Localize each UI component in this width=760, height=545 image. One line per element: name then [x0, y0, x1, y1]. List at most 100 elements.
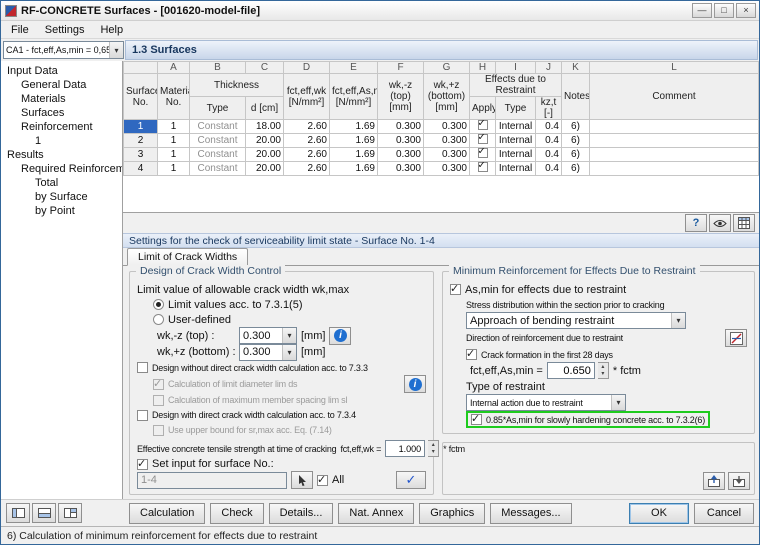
toggle-table-button[interactable]	[32, 503, 56, 523]
nav-input-data[interactable]: Input Data	[3, 64, 120, 78]
cell-comment[interactable]	[589, 133, 759, 148]
toggle-layout-button[interactable]	[58, 503, 82, 523]
menu-file[interactable]: File	[3, 22, 37, 38]
spinner[interactable]: ▴ ▾	[597, 362, 609, 379]
all-checkbox[interactable]	[317, 473, 328, 486]
cell-wk-top[interactable]: 0.300	[377, 133, 424, 148]
cell-thickness-type[interactable]: Constant	[189, 133, 246, 148]
minimize-button[interactable]: —	[692, 3, 712, 18]
cell-kzt[interactable]: 0.4	[535, 147, 562, 162]
cell-fct-asmin[interactable]: 1.69	[329, 161, 378, 176]
slow-hardening-checkbox[interactable]	[471, 412, 482, 425]
cell-d[interactable]: 20.00	[245, 161, 284, 176]
cell-wk-top[interactable]: 0.300	[377, 119, 424, 134]
check-button[interactable]: Check	[210, 502, 264, 524]
limit-values-radio[interactable]	[153, 299, 164, 310]
row-number[interactable]: 1	[123, 119, 158, 134]
calculation-button[interactable]: Calculation	[129, 502, 206, 524]
nav-surfaces[interactable]: Surfaces	[3, 106, 120, 120]
nav-by-point[interactable]: by Point	[3, 204, 120, 218]
cell-notes[interactable]: 6)	[561, 133, 590, 148]
nav-general-data[interactable]: General Data	[3, 78, 120, 92]
graphics-button[interactable]: Graphics	[419, 502, 486, 524]
wk-bottom-select[interactable]: 0.300 ▾	[239, 343, 297, 361]
help-button[interactable]: ?	[685, 214, 707, 232]
cancel-button[interactable]: Cancel	[694, 502, 754, 524]
cell-kzt[interactable]: 0.4	[535, 133, 562, 148]
apply-checkbox[interactable]	[477, 134, 488, 144]
cell-wk-top[interactable]: 0.300	[377, 147, 424, 162]
cell-d[interactable]: 20.00	[245, 133, 284, 148]
cell-restraint-type[interactable]: Internal	[495, 147, 536, 162]
cell-fct-wk[interactable]: 2.60	[283, 133, 330, 148]
apply-checkbox[interactable]	[477, 148, 488, 158]
close-button[interactable]: ×	[736, 3, 756, 18]
cell-fct-wk[interactable]: 2.60	[283, 161, 330, 176]
maximize-button[interactable]: □	[714, 3, 734, 18]
cell-restraint-type[interactable]: Internal	[495, 119, 536, 134]
cell-d[interactable]: 20.00	[245, 147, 284, 162]
cell-fct-wk[interactable]: 2.60	[283, 147, 330, 162]
cell-fct-asmin[interactable]: 1.69	[329, 119, 378, 134]
details-button[interactable]: Details...	[268, 502, 334, 524]
cell-wk-top[interactable]: 0.300	[377, 161, 424, 176]
nav-materials[interactable]: Materials	[3, 92, 120, 106]
tab-limit-of-crack-widths[interactable]: Limit of Crack Widths	[127, 248, 249, 266]
wk-top-select[interactable]: 0.300 ▾	[239, 327, 297, 345]
type-of-restraint-select[interactable]: Internal action due to restraint ▾	[466, 394, 626, 411]
save-defaults-button[interactable]	[703, 472, 725, 490]
case-select[interactable]: CA1 - fct,eff,As,min = 0,65 fctm ▾	[3, 41, 124, 59]
apply-checkbox[interactable]	[477, 162, 488, 172]
design-with-direct-checkbox[interactable]	[137, 409, 148, 421]
cell-wk-bottom[interactable]: 0.300	[423, 119, 470, 134]
nav-required-reinforcement[interactable]: Required Reinforcement	[3, 162, 122, 176]
nav-by-surface[interactable]: by Surface	[3, 190, 120, 204]
pick-surfaces-button[interactable]	[291, 471, 313, 490]
menu-help[interactable]: Help	[92, 22, 131, 38]
design-without-direct-checkbox[interactable]	[137, 362, 148, 374]
nav-reinforcement[interactable]: Reinforcement	[3, 120, 120, 134]
cell-notes[interactable]: 6)	[561, 161, 590, 176]
view-button[interactable]	[709, 214, 731, 232]
nav-results[interactable]: Results	[3, 148, 120, 162]
cell-kzt[interactable]: 0.4	[535, 119, 562, 134]
cell-fct-asmin[interactable]: 1.69	[329, 147, 378, 162]
cell-comment[interactable]	[589, 119, 759, 134]
cell-comment[interactable]	[589, 147, 759, 162]
set-input-checkbox[interactable]	[137, 457, 148, 470]
cell-d[interactable]: 18.00	[245, 119, 284, 134]
table-select-button[interactable]	[733, 214, 755, 232]
cell-restraint-type[interactable]: Internal	[495, 133, 536, 148]
nav-reinforcement-1[interactable]: 1	[3, 134, 120, 148]
cell-material[interactable]: 1	[157, 119, 190, 134]
cell-thickness-type[interactable]: Constant	[189, 147, 246, 162]
limit-diameter-info-button[interactable]: i	[404, 375, 426, 394]
ok-button[interactable]: OK	[629, 502, 689, 524]
cell-wk-bottom[interactable]: 0.300	[423, 161, 470, 176]
wk-info-button[interactable]: i	[329, 326, 352, 345]
apply-checkbox[interactable]	[477, 120, 488, 130]
cell-thickness-type[interactable]: Constant	[189, 119, 246, 134]
cell-material[interactable]: 1	[157, 161, 190, 176]
cell-wk-bottom[interactable]: 0.300	[423, 147, 470, 162]
row-number[interactable]: 4	[123, 161, 158, 176]
cell-thickness-type[interactable]: Constant	[189, 161, 246, 176]
cell-comment[interactable]	[589, 161, 759, 176]
cell-material[interactable]: 1	[157, 147, 190, 162]
nat-annex-button[interactable]: Nat. Annex	[338, 502, 415, 524]
fct-asmin-input[interactable]	[546, 362, 595, 379]
cell-kzt[interactable]: 0.4	[535, 161, 562, 176]
spinner[interactable]: ▴ ▾	[428, 440, 440, 458]
crack-28-days-checkbox[interactable]	[466, 347, 477, 360]
messages-button[interactable]: Messages...	[490, 502, 572, 524]
user-defined-radio[interactable]	[153, 314, 164, 325]
cell-wk-bottom[interactable]: 0.300	[423, 133, 470, 148]
apply-settings-button[interactable]: ✓	[396, 471, 426, 490]
cell-material[interactable]: 1	[157, 133, 190, 148]
cell-fct-asmin[interactable]: 1.69	[329, 133, 378, 148]
cell-notes[interactable]: 6)	[561, 147, 590, 162]
tensile-input[interactable]	[385, 440, 426, 458]
nav-total[interactable]: Total	[3, 176, 120, 190]
cell-fct-wk[interactable]: 2.60	[283, 119, 330, 134]
row-number[interactable]: 3	[123, 147, 158, 162]
